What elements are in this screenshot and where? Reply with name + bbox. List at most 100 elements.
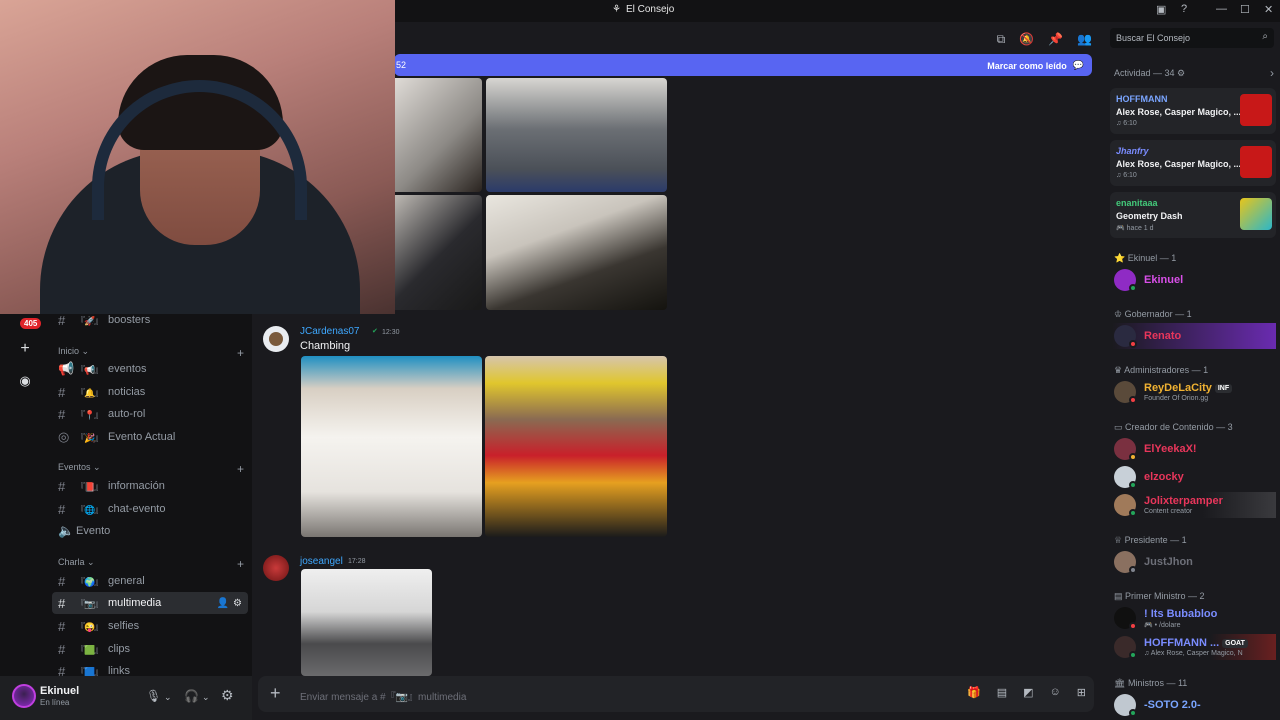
member-item[interactable]: ReyDeLaCity INF Founder Of Orion.gg (1112, 379, 1276, 405)
apps-icon[interactable]: ⊞ (1077, 686, 1086, 699)
attachment-image[interactable] (301, 569, 432, 676)
megaphone-icon: 📢 (58, 361, 75, 376)
category-eventos[interactable]: Eventos ⌄ + (58, 462, 244, 476)
status-dot (1129, 566, 1137, 574)
gear-icon[interactable]: ⚙ (221, 687, 234, 704)
gear-icon[interactable]: ⚙ (233, 598, 242, 609)
role-header: ▭ Creador de Contenido — 3 (1114, 422, 1233, 432)
channel-informacion[interactable]: # 『📕』 información (52, 475, 248, 497)
member-item[interactable]: ! Its Bubabloo 🎮 • /dolare (1112, 605, 1276, 631)
add-attachment-button[interactable]: + (270, 683, 281, 704)
gif-icon[interactable]: ▤ (997, 686, 1007, 699)
attachment-image[interactable] (301, 356, 482, 537)
microphone-icon[interactable]: 🎙 (146, 689, 161, 703)
add-server-icon[interactable]: + (14, 338, 36, 360)
new-messages-time: 52 (396, 60, 407, 70)
verified-icon: ✔ (372, 328, 378, 335)
member-item[interactable]: Renato (1112, 323, 1276, 349)
channel-noticias[interactable]: # 『🔔』 noticias (52, 381, 248, 403)
add-channel-icon[interactable]: + (237, 557, 244, 571)
member-list: Buscar El Consejo ⌕ Actividad — 34 ⚙ › H… (1102, 22, 1280, 720)
search-input[interactable]: Buscar El Consejo ⌕ (1110, 28, 1274, 48)
channel-selfies[interactable]: # 『😜』 selfies (52, 615, 248, 637)
channel-evento-actual[interactable]: ◎ 『🎉』 Evento Actual (52, 426, 248, 448)
message-author[interactable]: joseangel (300, 556, 343, 567)
message-time: 17:28 (348, 558, 366, 565)
activity-card[interactable]: HOFFMANN Alex Rose, Casper Magico, ... ♫… (1110, 88, 1276, 134)
member-item[interactable]: Ekinuel (1112, 267, 1276, 293)
avatar[interactable] (263, 555, 289, 581)
sticker-icon[interactable]: ◩ (1023, 686, 1033, 699)
member-item[interactable]: elzocky (1112, 464, 1276, 490)
game-icon (1240, 198, 1272, 230)
emoji-icon[interactable]: ☺ (1050, 686, 1061, 699)
avatar[interactable] (263, 326, 289, 352)
attachment-image[interactable] (382, 195, 482, 310)
gear-icon[interactable]: ⚙ (1177, 68, 1185, 78)
new-messages-bar[interactable]: 52 Marcar como leído 💬 (394, 54, 1092, 76)
mention-badge: 405 (20, 318, 42, 329)
discover-icon[interactable]: ◉ (14, 370, 36, 392)
category-charla[interactable]: Charla ⌄ + (58, 557, 244, 571)
channel-chat-evento[interactable]: # 『🌐』 chat-evento (52, 498, 248, 520)
album-art (1240, 94, 1272, 126)
message-author[interactable]: JCardenas07 (300, 326, 359, 337)
hash-icon: # (58, 312, 66, 328)
hash-icon: # (58, 618, 66, 634)
channel-general[interactable]: # 『🌍』 general (52, 570, 248, 592)
attachment-image[interactable] (485, 356, 667, 537)
help-icon[interactable]: ? (1181, 3, 1187, 15)
channel-eventos[interactable]: 📢 『📢』 eventos (52, 358, 248, 380)
invite-icon[interactable]: 👤 (217, 598, 229, 609)
search-icon: ⌕ (1262, 31, 1268, 42)
channel-multimedia[interactable]: # 『📷』 multimedia 👤 ⚙ (52, 592, 248, 614)
status-dot (1129, 481, 1137, 489)
maximize-button[interactable]: ☐ (1240, 3, 1250, 16)
mute-bell-icon[interactable]: 🔕 (1019, 32, 1034, 47)
member-item[interactable]: Jolixterpamper Content creator (1112, 492, 1276, 518)
hash-icon: # (58, 406, 66, 422)
member-item[interactable]: HOFFMANN ... GOAT ♫ Alex Rose, Casper Mag… (1112, 634, 1276, 660)
message-composer[interactable]: + Enviar mensaje a #『📷』multimedia 🎁 ▤ ◩ … (258, 676, 1094, 712)
status-dot (1129, 340, 1137, 348)
member-item[interactable]: -SOTO 2.0- (1112, 692, 1276, 718)
add-channel-icon[interactable]: + (237, 462, 244, 476)
avatar[interactable] (12, 684, 36, 708)
activity-card[interactable]: Jhanfry Alex Rose, Casper Magico, ... ♫ … (1110, 140, 1276, 186)
role-header: ♕ Presidente — 1 (1114, 535, 1187, 545)
album-art (1240, 146, 1272, 178)
hash-icon: # (58, 573, 66, 589)
chevron-down-icon: ⌄ (84, 557, 95, 567)
user-name[interactable]: Ekinuel (40, 685, 79, 697)
chevron-down-icon[interactable]: ⌄ (164, 692, 172, 703)
status-dot (1129, 622, 1137, 630)
message-text: Chambing (300, 340, 351, 352)
channel-evento-voice[interactable]: 🔈 Evento (52, 520, 248, 542)
channel-clips[interactable]: # 『🟩』 clips (52, 638, 248, 660)
headphones-icon[interactable]: 🎧 (184, 689, 199, 703)
activity-card[interactable]: enanitaaa Geometry Dash 🎮 hace 1 d (1110, 192, 1276, 238)
chat-toolbar: ⧉ 🔕 📌 👥 (997, 32, 1092, 47)
window-title: ⚘ El Consejo (612, 4, 675, 15)
gift-icon[interactable]: 🎁 (967, 686, 981, 699)
status-dot (1129, 651, 1137, 659)
mark-as-read-button[interactable]: Marcar como leído 💬 (987, 60, 1084, 71)
attachment-image[interactable] (486, 195, 667, 310)
inbox-icon[interactable]: ▣ (1156, 3, 1166, 16)
chevron-right-icon[interactable]: › (1270, 66, 1274, 80)
message-input[interactable]: Enviar mensaje a #『📷』multimedia (300, 688, 466, 703)
minimize-button[interactable]: — (1216, 3, 1227, 15)
channel-auto-rol[interactable]: # 『📍』 auto-rol (52, 403, 248, 425)
member-list-icon[interactable]: 👥 (1077, 32, 1092, 47)
attachment-image[interactable] (486, 78, 667, 192)
activity-header: Actividad — 34 ⚙ › (1114, 66, 1274, 80)
role-header: 🏛 Ministros — 11 (1114, 678, 1188, 688)
pin-icon[interactable]: 📌 (1048, 32, 1063, 47)
member-item[interactable]: ElYeekaX! (1112, 436, 1276, 462)
close-button[interactable]: ✕ (1264, 3, 1273, 16)
status-dot (1129, 709, 1137, 717)
chevron-down-icon[interactable]: ⌄ (202, 692, 210, 703)
member-item[interactable]: JustJhon (1112, 549, 1276, 575)
attachment-image[interactable] (382, 78, 482, 192)
threads-icon[interactable]: ⧉ (997, 32, 1006, 47)
